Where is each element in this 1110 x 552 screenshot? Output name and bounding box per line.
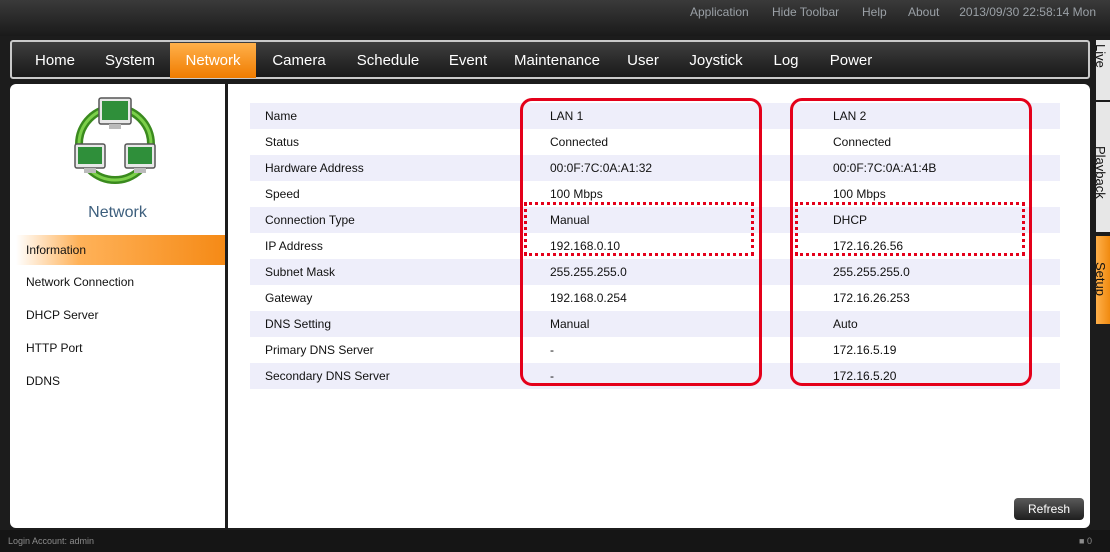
row-label: Connection Type [250, 207, 537, 233]
sidebar-item-http-port[interactable]: HTTP Port [16, 333, 225, 363]
login-account-text: Login Account: admin [8, 536, 95, 546]
nav-user[interactable]: User [618, 43, 668, 78]
row-label: Gateway [265, 291, 313, 305]
row-label: Hardware Address [250, 155, 537, 181]
row-label: Subnet Mask [250, 259, 537, 285]
lan1-value: 255.255.255.0 [537, 259, 820, 285]
lan2-value: Connected [833, 135, 892, 149]
network-icon [74, 97, 156, 184]
row-label: Secondary DNS Server [250, 363, 537, 389]
table-row: Speed 100 Mbps 100 Mbps [250, 181, 1060, 207]
tab-live[interactable]: Live [1093, 40, 1110, 100]
nav-log[interactable]: Log [766, 43, 806, 78]
sidebar-item-network-connection[interactable]: Network Connection [16, 267, 225, 297]
status-bar: Login Account: admin ■ 0 [0, 530, 1110, 552]
lan2-value: 100 Mbps [833, 187, 886, 201]
table-row: IP Address 192.168.0.10 172.16.26.56 [250, 233, 1060, 259]
main-nav: Home System Network Camera Schedule Even… [10, 40, 1090, 79]
refresh-button[interactable]: Refresh [1014, 498, 1084, 520]
section-title: Network [88, 204, 147, 221]
table-row: Status Connected Connected [250, 129, 1060, 155]
nav-home[interactable]: Home [26, 43, 84, 78]
nav-joystick[interactable]: Joystick [680, 43, 752, 78]
hide-toolbar-link[interactable]: Hide Toolbar [772, 0, 839, 25]
lan1-value: 00:0F:7C:0A:A1:32 [537, 155, 820, 181]
network-info-table: Name LAN 1 LAN 2 Status Connected Connected Ha… [250, 103, 1060, 389]
tab-setup-label: Setup [1093, 262, 1108, 296]
nav-event[interactable]: Event [440, 43, 496, 78]
help-link[interactable]: Help [862, 0, 887, 25]
network-info-panel: Name LAN 1 LAN 2 Status Connected Connected Ha… [228, 84, 1090, 528]
lan2-value: 00:0F:7C:0A:A1:4B [820, 155, 1060, 181]
status-count: 0 [1086, 536, 1092, 546]
tab-setup[interactable]: Setup [1093, 236, 1110, 324]
row-label: IP Address [265, 239, 323, 253]
tab-live-label: Live [1093, 44, 1108, 68]
datetime-display: 2013/09/30 22:58:14 Mon [959, 5, 1096, 19]
lan2-value: 172.16.26.56 [833, 239, 904, 253]
table-row: Subnet Mask 255.255.255.0 255.255.255.0 [250, 259, 1060, 285]
tab-playback[interactable]: Playback [1093, 102, 1110, 232]
sidebar-item-ddns[interactable]: DDNS [16, 366, 225, 396]
row-label: Status [265, 135, 300, 149]
table-row: Hardware Address 00:0F:7C:0A:A1:32 00:0F:7… [250, 155, 1060, 181]
application-link[interactable]: Application [690, 0, 749, 25]
lan1-value: LAN 1 [537, 103, 820, 129]
top-toolbar: Application Hide Toolbar Help About 2013… [0, 0, 1110, 36]
nav-maintenance[interactable]: Maintenance [508, 43, 606, 78]
left-panel: Network Information Network Connection D… [10, 84, 225, 528]
lan1-value: Connected [550, 135, 609, 149]
lan2-value: DHCP [820, 207, 1060, 233]
sidebar-item-information[interactable]: Information [16, 235, 225, 265]
nav-system[interactable]: System [96, 43, 164, 78]
sidebar-item-dhcp-server[interactable]: DHCP Server [16, 300, 225, 330]
lan1-value: 192.168.0.254 [550, 291, 627, 305]
lan1-value: Manual [537, 207, 820, 233]
lan2-value: 172.16.26.253 [833, 291, 910, 305]
nav-camera[interactable]: Camera [264, 43, 334, 78]
row-label: Primary DNS Server [265, 343, 374, 357]
nav-power[interactable]: Power [820, 43, 882, 78]
nav-schedule[interactable]: Schedule [346, 43, 430, 78]
table-row: Primary DNS Server - 172.16.5.19 [250, 337, 1060, 363]
tab-playback-label: Playback [1093, 146, 1108, 199]
about-link[interactable]: About [908, 0, 939, 25]
nav-network[interactable]: Network [170, 43, 256, 78]
lan1-value: - [550, 343, 554, 357]
lan2-value: 172.16.5.20 [820, 363, 1060, 389]
lan2-value: LAN 2 [820, 103, 1060, 129]
table-row: Secondary DNS Server -172.16.5.20 [250, 363, 1060, 389]
table-row: DNS Setting Manual Auto [250, 311, 1060, 337]
lan2-value: 172.16.5.19 [833, 343, 897, 357]
lan1-value: 192.168.0.10 [550, 239, 621, 253]
table-row: Connection Type Manual DHCP [250, 207, 1060, 233]
row-label: Speed [265, 187, 300, 201]
lan1-value: Manual [537, 311, 820, 337]
camera-icon: ■ [1079, 536, 1085, 546]
row-label: Name [250, 103, 537, 129]
table-row: Gateway 192.168.0.254 172.16.26.253 [250, 285, 1060, 311]
status-indicator: ■ 0 [1079, 530, 1092, 552]
row-label: DNS Setting [250, 311, 537, 337]
table-row: Name LAN 1 LAN 2 [250, 103, 1060, 129]
lan1-value: - [537, 363, 820, 389]
lan2-value: 255.255.255.0 [820, 259, 1060, 285]
lan2-value: Auto [820, 311, 1060, 337]
lan1-value: 100 Mbps [550, 187, 603, 201]
